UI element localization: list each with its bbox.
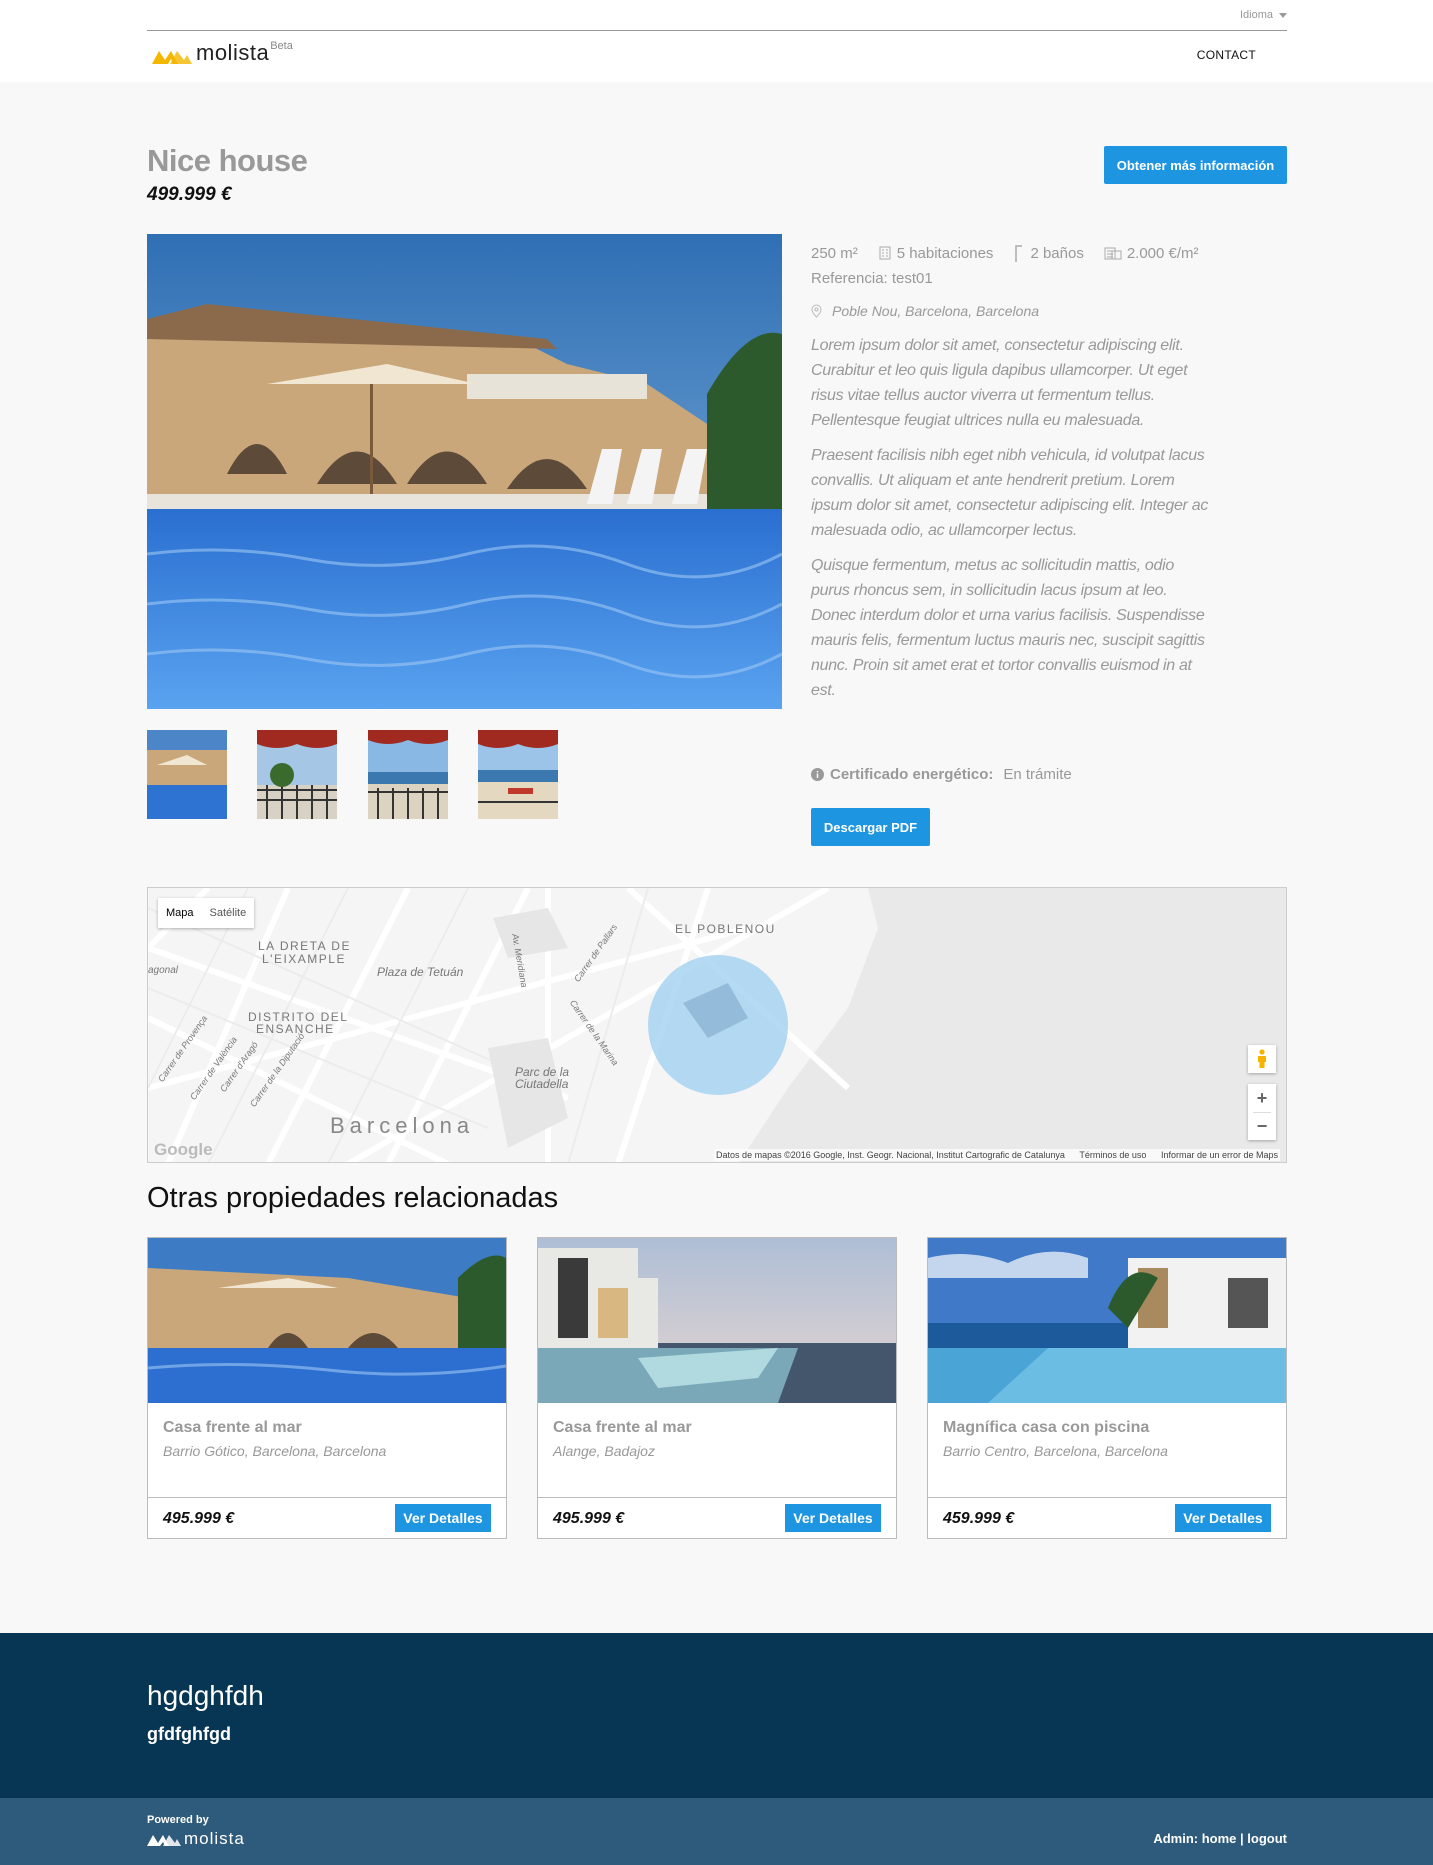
map-pin-icon	[811, 304, 822, 318]
map-label: Plaza de Tetuán	[377, 965, 464, 979]
rooms-value: 5 habitaciones	[896, 244, 994, 262]
related-card-location: Barrio Gótico, Barcelona, Barcelona	[163, 1443, 387, 1459]
footer-main	[0, 1633, 1433, 1798]
map-type-satellite[interactable]: Satélite	[202, 898, 255, 928]
map-type-control[interactable]: Mapa Satélite	[158, 898, 255, 928]
thumbnail-2[interactable]	[257, 730, 337, 819]
zoom-control[interactable]: + −	[1248, 1084, 1276, 1140]
location-map[interactable]: Mapa Satélite LA DRETA DE L'EIXAMPLE EL …	[147, 887, 1287, 1163]
zoom-out-button[interactable]: −	[1248, 1112, 1276, 1140]
related-card-photo[interactable]	[928, 1238, 1286, 1403]
building-icon	[879, 246, 891, 260]
property-reference: Referencia: test01	[811, 270, 933, 287]
energy-label: Certificado energético:	[830, 766, 994, 783]
request-info-button[interactable]: Obtener más información	[1104, 146, 1287, 184]
admin-links: Admin: home | logout	[1153, 1831, 1287, 1846]
map-label: LA DRETA DE	[258, 939, 351, 953]
report-error-link[interactable]: Informar de un error de Maps	[1161, 1150, 1278, 1160]
map-attribution: Datos de mapas ©2016 Google, Inst. Geogr…	[714, 1149, 1280, 1161]
pegman-icon	[1258, 1049, 1266, 1068]
footer-subtitle: gfdfghfgd	[147, 1724, 231, 1744]
related-card-photo[interactable]	[538, 1238, 896, 1403]
price-per-m2-value: 2.000 €/m²	[1126, 244, 1199, 262]
thumbnail-3[interactable]	[368, 730, 448, 819]
description-paragraph: Quisque fermentum, metus ac sollicitudin…	[811, 557, 1205, 699]
card-divider	[148, 1497, 506, 1498]
google-logo[interactable]: Google	[154, 1140, 213, 1160]
admin-logout-link[interactable]: logout	[1247, 1831, 1287, 1846]
download-pdf-button[interactable]: Descargar PDF	[811, 808, 930, 846]
admin-home-link[interactable]: home	[1202, 1831, 1237, 1846]
card-divider	[538, 1497, 896, 1498]
property-specs: 250 m² 5 habitaciones 2 baños 2.000 €/m²	[811, 244, 1219, 262]
spec-area: 250 m²	[811, 245, 858, 262]
map-label: Ciutadella	[515, 1077, 569, 1091]
nav-contact-link[interactable]: CONTACT	[1197, 48, 1256, 62]
language-selector[interactable]: Idioma	[1240, 9, 1287, 21]
map-city-label: Barcelona	[330, 1113, 475, 1138]
footer-brand-name: molista	[184, 1829, 245, 1848]
view-details-button[interactable]: Ver Detalles	[1175, 1504, 1271, 1532]
description-paragraph: Praesent facilisis nibh eget nibh vehicu…	[811, 447, 1209, 539]
map-label: EL POBLENOU	[675, 922, 776, 936]
energy-value: En trámite	[1003, 766, 1072, 783]
spec-price-per-m2: 2.000 €/m²	[1104, 245, 1199, 262]
terms-link[interactable]: Términos de uso	[1079, 1150, 1146, 1160]
related-card-title[interactable]: Casa frente al mar	[163, 1419, 302, 1437]
molista-logo-icon	[152, 51, 192, 64]
related-card-price: 495.999 €	[553, 1510, 625, 1527]
map-label: L'EIXAMPLE	[262, 952, 346, 966]
admin-separator: |	[1240, 1831, 1244, 1846]
header-divider	[147, 30, 1287, 31]
property-description: Lorem ipsum dolor sit amet, consectetur …	[811, 333, 1211, 713]
brand-name: molista	[196, 40, 270, 65]
map-label: agonal	[148, 965, 179, 976]
spec-rooms: 5 habitaciones	[878, 244, 994, 262]
related-card-price: 459.999 €	[943, 1510, 1015, 1527]
footer-brand-logo[interactable]: molista	[147, 1829, 245, 1849]
caret-down-icon[interactable]	[1279, 12, 1287, 18]
beta-badge: Beta	[270, 40, 293, 52]
related-card-photo[interactable]	[148, 1238, 506, 1403]
spec-baths: 2 baños	[1013, 244, 1084, 262]
language-label[interactable]: Idioma	[1240, 9, 1273, 21]
stack-icon	[1104, 247, 1122, 260]
zoom-in-button[interactable]: +	[1248, 1084, 1276, 1112]
baths-value: 2 baños	[1030, 244, 1084, 262]
related-card-price: 495.999 €	[163, 1510, 235, 1527]
property-location: Poble Nou, Barcelona, Barcelona	[811, 303, 1039, 319]
brand-logo[interactable]: molista Beta	[152, 40, 293, 65]
related-card-location: Barrio Centro, Barcelona, Barcelona	[943, 1443, 1168, 1459]
footer-title: hgdghfdh	[147, 1680, 264, 1711]
thumbnail-1[interactable]	[147, 730, 227, 819]
shower-icon	[1015, 245, 1023, 262]
property-main-photo[interactable]	[147, 234, 782, 709]
area-value: 250 m²	[811, 244, 858, 262]
related-card-title[interactable]: Magnífica casa con piscina	[943, 1419, 1149, 1437]
related-card[interactable]: Casa frente al mar Alange, Badajoz 495.9…	[537, 1237, 897, 1539]
property-title: Nice house	[147, 143, 308, 178]
admin-prefix: Admin:	[1153, 1831, 1199, 1846]
molista-logo-icon	[147, 1835, 181, 1846]
description-paragraph: Lorem ipsum dolor sit amet, consectetur …	[811, 337, 1188, 429]
info-icon	[811, 768, 824, 781]
view-details-button[interactable]: Ver Detalles	[785, 1504, 881, 1532]
related-card-title[interactable]: Casa frente al mar	[553, 1419, 692, 1437]
attribution-text: Datos de mapas ©2016 Google, Inst. Geogr…	[716, 1150, 1065, 1160]
related-card-location: Alange, Badajoz	[553, 1443, 655, 1459]
property-price: 499.999 €	[147, 184, 232, 205]
view-details-button[interactable]: Ver Detalles	[395, 1504, 491, 1532]
energy-certificate: Certificado energético: En trámite	[811, 766, 1072, 783]
thumbnail-4[interactable]	[478, 730, 558, 819]
location-text: Poble Nou, Barcelona, Barcelona	[832, 303, 1040, 319]
powered-by-label: Powered by	[147, 1814, 209, 1826]
map-type-map[interactable]: Mapa	[158, 898, 202, 928]
related-card[interactable]: Magnífica casa con piscina Barrio Centro…	[927, 1237, 1287, 1539]
card-divider	[928, 1497, 1286, 1498]
related-card[interactable]: Casa frente al mar Barrio Gótico, Barcel…	[147, 1237, 507, 1539]
street-view-pegman[interactable]	[1248, 1045, 1276, 1073]
related-heading: Otras propiedades relacionadas	[147, 1182, 559, 1214]
